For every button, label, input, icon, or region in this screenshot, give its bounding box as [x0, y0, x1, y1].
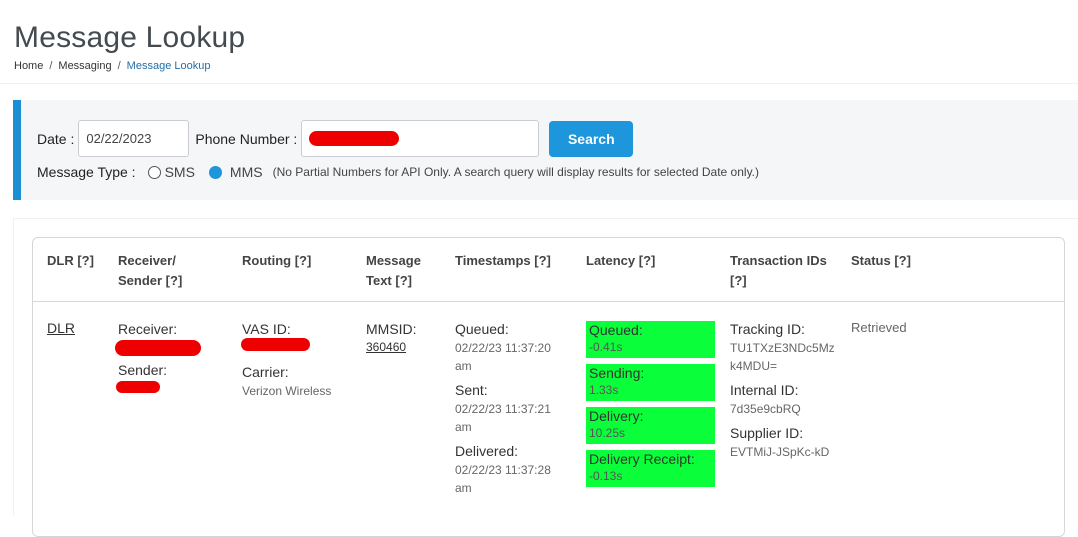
breadcrumb-home[interactable]: Home [14, 60, 43, 72]
sms-radio[interactable] [147, 165, 161, 179]
redacted-vas-id [241, 338, 310, 351]
breadcrumb-messaging[interactable]: Messaging [58, 60, 111, 72]
page-header: Message Lookup Home / Messaging / Messag… [14, 20, 245, 72]
tracking-id-value-cont: k4MDU= [730, 359, 778, 373]
queued-time-label: Queued: [455, 321, 509, 337]
phone-number-label: Phone Number : [195, 130, 298, 147]
message-text-cell: MMSID: 360460 [366, 320, 417, 354]
mms-radio[interactable] [208, 165, 222, 179]
header-divider [0, 83, 1078, 84]
results-panel: DLR [?] Receiver/ Sender [?] Routing [?]… [13, 218, 1078, 537]
search-button[interactable]: Search [549, 120, 634, 157]
carrier-value: Verizon Wireless [242, 384, 332, 398]
page-title: Message Lookup [14, 21, 246, 54]
sent-time-ampm: am [455, 420, 472, 434]
supplier-id-value: EVTMiJ-JSpKc-kD [730, 445, 830, 459]
delivered-time-label: Delivered: [455, 443, 519, 459]
breadcrumb-separator: / [117, 60, 121, 72]
latency-delivery: Delivery: 10.25s [586, 407, 715, 444]
filter-panel: Date : 02/22/2023 Phone Number : Search … [13, 100, 1078, 200]
filter-row-type: Message Type : SMS MMS (No Partial Numbe… [37, 164, 759, 180]
status-value: Retrieved [851, 320, 907, 335]
mms-radio-label[interactable]: MMS [230, 164, 263, 180]
column-header-dlr[interactable]: DLR [?] [47, 251, 94, 271]
tracking-id-label: Tracking ID: [730, 321, 805, 337]
breadcrumb: Home / Messaging / Message Lookup [14, 60, 245, 72]
receiver-label: Receiver: [118, 321, 178, 337]
internal-id-label: Internal ID: [730, 382, 799, 398]
vas-id-value [241, 338, 331, 359]
delivered-time-value: 02/22/23 11:37:28 [455, 463, 551, 477]
carrier-label: Carrier: [242, 364, 289, 380]
filter-row-primary: Date : 02/22/2023 Phone Number : Search [37, 120, 634, 157]
column-header-routing[interactable]: Routing [?] [242, 251, 311, 271]
sent-time-label: Sent: [455, 382, 488, 398]
redacted-receiver [115, 340, 201, 356]
receiver-value [115, 339, 201, 359]
receiver-sender-cell: Receiver: Sender: [115, 320, 201, 396]
message-type-label: Message Type : [37, 164, 136, 180]
redacted-phone-number [309, 131, 400, 146]
column-header-transaction-ids[interactable]: Transaction IDs [?] [730, 251, 827, 291]
sms-radio-option[interactable]: SMS [147, 164, 195, 180]
table-header: DLR [?] Receiver/ Sender [?] Routing [?]… [33, 238, 1064, 302]
latency-sending: Sending: 1.33s [586, 364, 715, 401]
supplier-id-label: Supplier ID: [730, 425, 804, 441]
mmsid-label: MMSID: [366, 321, 417, 337]
internal-id-value: 7d35e9cbRQ [730, 402, 801, 416]
phone-number-input[interactable] [301, 120, 540, 157]
routing-cell: VAS ID: Carrier: Verizon Wireless [241, 320, 332, 400]
date-value: 02/22/2023 [86, 131, 152, 146]
breadcrumb-separator: / [49, 60, 53, 72]
sender-label: Sender: [118, 362, 168, 378]
delivered-time-ampm: am [455, 481, 472, 495]
sms-radio-label[interactable]: SMS [165, 164, 195, 180]
status-cell: Retrieved [851, 320, 907, 335]
column-header-status[interactable]: Status [?] [851, 251, 911, 271]
search-hint: (No Partial Numbers for API Only. A sear… [272, 165, 760, 179]
column-header-latency[interactable]: Latency [?] [586, 251, 655, 271]
dlr-cell: DLR [47, 320, 75, 336]
redacted-sender [116, 381, 160, 393]
queued-time-value: 02/22/23 11:37:20 [455, 341, 551, 355]
vas-id-label: VAS ID: [242, 321, 291, 337]
mmsid-link[interactable]: 360460 [366, 340, 406, 354]
breadcrumb-current: Message Lookup [126, 60, 211, 72]
latency-queued: Queued: -0.41s [586, 321, 715, 358]
latency-delivery-receipt: Delivery Receipt: -0.13s [586, 450, 715, 487]
transaction-ids-cell: Tracking ID: TU1TXzE3NDc5Mz k4MDU= Inter… [730, 320, 835, 461]
results-table: DLR [?] Receiver/ Sender [?] Routing [?]… [32, 237, 1065, 537]
column-header-message-text[interactable]: Message Text [?] [366, 251, 421, 291]
mms-radio-option[interactable]: MMS [203, 164, 263, 180]
date-input[interactable]: 02/22/2023 [78, 120, 190, 157]
queued-time-ampm: am [455, 359, 472, 373]
timestamps-cell: Queued: 02/22/23 11:37:20 am Sent: 02/22… [455, 320, 551, 497]
column-header-timestamps[interactable]: Timestamps [?] [455, 251, 551, 271]
column-header-receiver-sender[interactable]: Receiver/ Sender [?] [118, 251, 182, 291]
tracking-id-value: TU1TXzE3NDc5Mz [730, 341, 835, 355]
sent-time-value: 02/22/23 11:37:21 [455, 402, 551, 416]
sender-value [116, 380, 177, 396]
dlr-link[interactable]: DLR [47, 320, 75, 336]
latency-cell: Queued: -0.41s Sending: 1.33s Delivery: … [586, 321, 715, 493]
date-label: Date : [37, 130, 75, 147]
